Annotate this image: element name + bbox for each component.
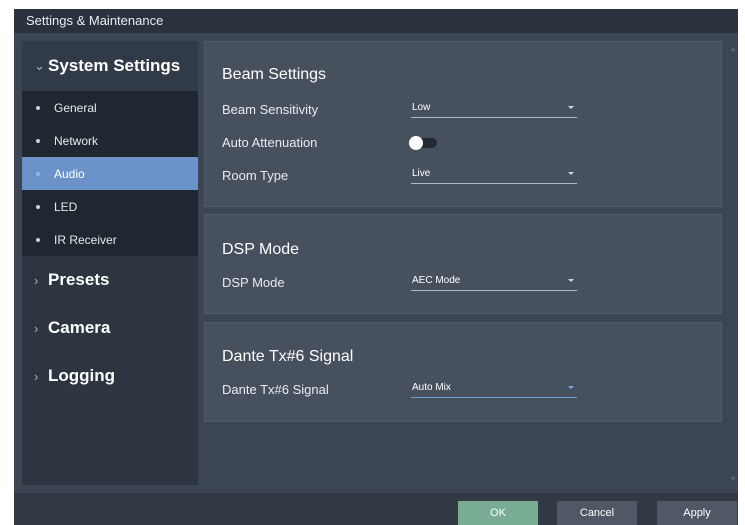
sidebar-group-label: Presets bbox=[48, 270, 110, 289]
room-type-dropdown[interactable]: Live bbox=[411, 166, 577, 184]
chevron-right-icon: › bbox=[34, 320, 39, 336]
sidebar-group-label: Logging bbox=[48, 366, 116, 385]
dsp-mode-title: DSP Mode bbox=[222, 241, 300, 258]
caret-down-icon bbox=[568, 106, 574, 109]
room-type-label: Room Type bbox=[222, 168, 289, 183]
sidebar: ⌄ System Settings General Network Audio … bbox=[22, 41, 198, 485]
sidebar-item-label: IR Receiver bbox=[54, 232, 117, 247]
caret-down-icon bbox=[568, 279, 574, 282]
sidebar-item-label: LED bbox=[54, 199, 78, 214]
sidebar-group-presets[interactable]: › Presets bbox=[22, 256, 198, 304]
settings-window: Settings & Maintenance ⌄ System Settings… bbox=[14, 9, 738, 525]
sidebar-item-general[interactable]: General bbox=[22, 91, 198, 124]
sidebar-group-camera[interactable]: › Camera bbox=[22, 304, 198, 352]
bullet-icon bbox=[36, 204, 40, 209]
sidebar-group-label: System Settings bbox=[48, 56, 181, 75]
room-type-value: Live bbox=[412, 168, 431, 179]
chevron-right-icon: › bbox=[34, 368, 39, 384]
toggle-knob bbox=[409, 136, 423, 150]
dsp-mode-label: DSP Mode bbox=[222, 275, 285, 290]
apply-button[interactable]: Apply bbox=[657, 501, 737, 525]
scroll-down-icon[interactable] bbox=[730, 477, 736, 481]
bullet-icon bbox=[36, 105, 40, 110]
sidebar-item-network[interactable]: Network bbox=[22, 124, 198, 157]
window-title: Settings & Maintenance bbox=[14, 9, 738, 33]
ok-button[interactable]: OK bbox=[458, 501, 538, 525]
sidebar-group-label: Camera bbox=[48, 318, 111, 337]
dsp-mode-panel: DSP Mode DSP Mode AEC Mode bbox=[204, 214, 722, 314]
sidebar-group-system-settings[interactable]: ⌄ System Settings bbox=[22, 41, 198, 91]
sidebar-item-ir-receiver[interactable]: IR Receiver bbox=[22, 223, 198, 256]
dante-signal-dropdown[interactable]: Auto Mix bbox=[411, 380, 577, 398]
cancel-button[interactable]: Cancel bbox=[557, 501, 637, 525]
auto-attenuation-toggle[interactable] bbox=[409, 136, 437, 150]
dsp-mode-value: AEC Mode bbox=[412, 275, 461, 286]
scroll-up-icon[interactable] bbox=[730, 47, 736, 51]
beam-settings-title: Beam Settings bbox=[222, 66, 327, 83]
auto-attenuation-label: Auto Attenuation bbox=[222, 135, 318, 150]
beam-settings-panel: Beam Settings Beam Sensitivity Low Auto … bbox=[204, 41, 722, 207]
dante-signal-title: Dante Tx#6 Signal bbox=[222, 348, 354, 365]
chevron-right-icon: › bbox=[34, 272, 39, 288]
dante-signal-value: Auto Mix bbox=[412, 382, 451, 393]
sidebar-group-logging[interactable]: › Logging bbox=[22, 352, 198, 400]
footer-bar: OK Cancel Apply bbox=[14, 493, 738, 525]
bullet-icon bbox=[36, 138, 40, 143]
sidebar-item-label: General bbox=[54, 100, 97, 115]
sidebar-item-label: Audio bbox=[54, 166, 85, 181]
caret-down-icon bbox=[568, 172, 574, 175]
content-area: Beam Settings Beam Sensitivity Low Auto … bbox=[204, 41, 724, 485]
sidebar-item-audio[interactable]: Audio bbox=[22, 157, 198, 190]
sidebar-item-label: Network bbox=[54, 133, 99, 148]
bullet-icon bbox=[36, 237, 40, 242]
sidebar-item-led[interactable]: LED bbox=[22, 190, 198, 223]
bullet-icon bbox=[36, 171, 40, 176]
caret-down-icon bbox=[568, 386, 574, 389]
dante-signal-label: Dante Tx#6 Signal bbox=[222, 382, 329, 397]
dsp-mode-dropdown[interactable]: AEC Mode bbox=[411, 273, 577, 291]
beam-sensitivity-label: Beam Sensitivity bbox=[222, 102, 319, 117]
beam-sensitivity-value: Low bbox=[412, 102, 431, 113]
beam-sensitivity-dropdown[interactable]: Low bbox=[411, 100, 577, 118]
chevron-down-icon: ⌄ bbox=[34, 58, 45, 73]
dante-signal-panel: Dante Tx#6 Signal Dante Tx#6 Signal Auto… bbox=[204, 322, 722, 422]
